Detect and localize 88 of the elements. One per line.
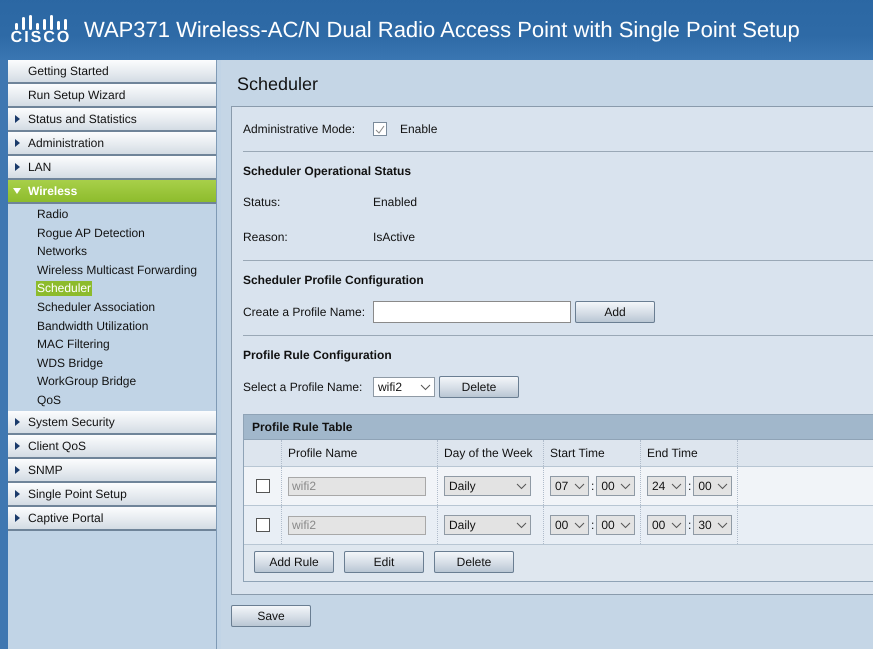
dropdown-value: Daily xyxy=(449,479,476,493)
section-heading: Scheduler Operational Status xyxy=(243,164,412,178)
collapsed-arrow-icon xyxy=(14,490,20,498)
field-value: IsActive xyxy=(373,230,416,244)
collapsed-arrow-icon xyxy=(14,115,20,123)
dropdown[interactable]: 00 xyxy=(693,476,732,496)
nav-subitem[interactable]: Bandwidth Utilization xyxy=(36,316,150,336)
logo-text: CISCO xyxy=(10,30,72,45)
profile-name-field: wifi2 xyxy=(288,476,426,496)
time-separator: : xyxy=(688,518,692,532)
field-label: Administrative Mode: xyxy=(243,122,356,136)
nav-item[interactable]: Client QoS xyxy=(8,434,216,459)
add-button[interactable]: Add xyxy=(575,301,655,323)
checkbox-label: Enable xyxy=(400,122,438,136)
nav-subitem[interactable]: WDS Bridge xyxy=(36,354,104,372)
dropdown-value: 00 xyxy=(601,518,615,532)
table-action-button[interactable]: Edit xyxy=(344,551,424,573)
field-value: Enabled xyxy=(373,195,418,209)
time-separator: : xyxy=(591,518,594,532)
dropdown[interactable]: 00 xyxy=(550,515,589,535)
save-button[interactable]: Save xyxy=(231,605,311,627)
page-title: Scheduler xyxy=(237,74,320,96)
profile-select[interactable]: wifi2 xyxy=(373,377,435,397)
logo-bars-icon xyxy=(13,15,69,30)
dropdown[interactable]: Daily xyxy=(444,515,531,535)
column-header: Day of the Week xyxy=(444,446,532,460)
checkmark-icon xyxy=(375,124,385,134)
collapsed-arrow-icon xyxy=(14,163,20,171)
dropdown-value: 07 xyxy=(555,479,568,493)
collapsed-arrow-icon xyxy=(14,139,20,147)
dropdown-value: 30 xyxy=(698,518,712,532)
nav-item[interactable]: SNMP xyxy=(8,458,216,483)
expanded-arrow-icon xyxy=(13,188,21,194)
select-value: wifi2 xyxy=(378,380,402,394)
profile-name-input[interactable] xyxy=(373,301,571,323)
section-heading: Scheduler Profile Configuration xyxy=(243,273,424,287)
nav-subitem[interactable]: Rogue AP Detection xyxy=(36,224,146,242)
dropdown[interactable]: 24 xyxy=(647,476,686,496)
dropdown-value: 00 xyxy=(601,479,615,493)
column-header: Start Time xyxy=(550,446,605,460)
dropdown-value: 24 xyxy=(652,479,666,493)
nav-item[interactable]: Run Setup Wizard xyxy=(8,84,216,108)
column-header: End Time xyxy=(647,446,698,460)
table-title: Profile Rule Table xyxy=(252,420,352,434)
product-title: WAP371 Wireless-AC/N Dual Radio Access Point with Single Point Setup xyxy=(84,17,800,43)
collapsed-arrow-icon xyxy=(14,418,20,426)
nav-item[interactable]: System Security xyxy=(8,410,216,435)
dropdown[interactable]: 30 xyxy=(693,515,732,535)
nav-subitem[interactable]: Networks xyxy=(36,242,88,261)
dropdown-value: 00 xyxy=(555,518,568,532)
section-heading: Profile Rule Configuration xyxy=(243,348,392,362)
dropdown[interactable]: Daily xyxy=(444,476,531,496)
column-header: Profile Name xyxy=(288,446,358,460)
nav-subitem[interactable]: MAC Filtering xyxy=(36,335,111,354)
dropdown[interactable]: 00 xyxy=(647,515,686,535)
field-label: Create a Profile Name: xyxy=(243,305,366,319)
time-separator: : xyxy=(688,479,692,493)
field-label: Status: xyxy=(243,195,282,209)
nav-subitem[interactable]: Radio xyxy=(36,205,70,224)
dropdown[interactable]: 07 xyxy=(550,476,589,496)
nav-subitem[interactable]: QoS xyxy=(36,390,62,410)
time-separator: : xyxy=(591,479,594,493)
nav-subitem[interactable]: WorkGroup Bridge xyxy=(36,372,138,391)
nav-item[interactable]: Status and Statistics xyxy=(8,108,216,132)
dropdown-value: 00 xyxy=(698,479,712,493)
profile-name-field: wifi2 xyxy=(288,516,426,534)
enable-checkbox[interactable] xyxy=(373,122,387,136)
nav-item[interactable]: Captive Portal xyxy=(8,506,216,531)
row-checkbox[interactable] xyxy=(256,479,270,493)
nav-item[interactable]: Single Point Setup xyxy=(8,482,216,507)
nav-item[interactable]: Getting Started xyxy=(8,60,216,84)
dropdown-value: 00 xyxy=(652,518,666,532)
table-action-button[interactable]: Add Rule xyxy=(254,551,334,573)
nav-subitem[interactable]: Wireless Multicast Forwarding xyxy=(36,260,198,280)
field-label: Reason: xyxy=(243,230,289,244)
field-label: Select a Profile Name: xyxy=(243,380,364,394)
nav-item[interactable]: LAN xyxy=(8,156,216,180)
collapsed-arrow-icon xyxy=(14,514,20,522)
collapsed-arrow-icon xyxy=(14,466,20,474)
dropdown[interactable]: 00 xyxy=(596,476,636,496)
delete-profile-button[interactable]: Delete xyxy=(439,376,519,398)
dropdown-value: Daily xyxy=(449,518,476,532)
nav-item[interactable]: Administration xyxy=(8,132,216,156)
dropdown[interactable]: 00 xyxy=(596,515,636,535)
nav-subitem[interactable]: Scheduler Association xyxy=(36,298,156,317)
row-checkbox[interactable] xyxy=(256,518,270,532)
table-action-button[interactable]: Delete xyxy=(434,551,514,573)
collapsed-arrow-icon xyxy=(14,442,20,450)
